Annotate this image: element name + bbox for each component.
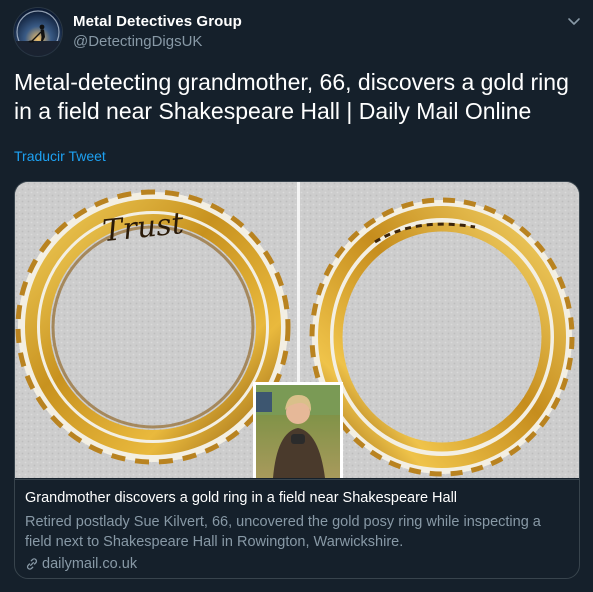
card-description: Retired postlady Sue Kilvert, 66, uncove… — [25, 514, 541, 550]
card-source[interactable]: dailymail.co.uk — [25, 555, 137, 573]
tweet: Metal Detectives Group @DetectingDigsUK … — [0, 0, 593, 592]
chevron-down-icon[interactable] — [566, 13, 582, 29]
card-image[interactable]: Trust — [15, 182, 579, 478]
link-icon — [26, 558, 38, 570]
author-avatar[interactable] — [14, 8, 62, 56]
author-name[interactable]: Metal Detectives Group — [73, 13, 242, 30]
link-preview-card[interactable]: Trust Grandmother discovers a gold ring … — [14, 181, 580, 579]
card-body[interactable]: Grandmother discovers a gold ring in a f… — [15, 479, 579, 578]
metal-detectorist-silhouette-icon — [14, 8, 62, 56]
author-handle[interactable]: @DetectingDigsUK — [73, 33, 202, 50]
woman-portrait-inset — [253, 382, 343, 478]
card-title[interactable]: Grandmother discovers a gold ring in a f… — [25, 490, 570, 506]
card-source-domain: dailymail.co.uk — [42, 556, 138, 572]
translate-tweet-link[interactable]: Traducir Tweet — [14, 148, 106, 164]
tweet-text: Metal-detecting grandmother, 66, discove… — [14, 69, 569, 124]
